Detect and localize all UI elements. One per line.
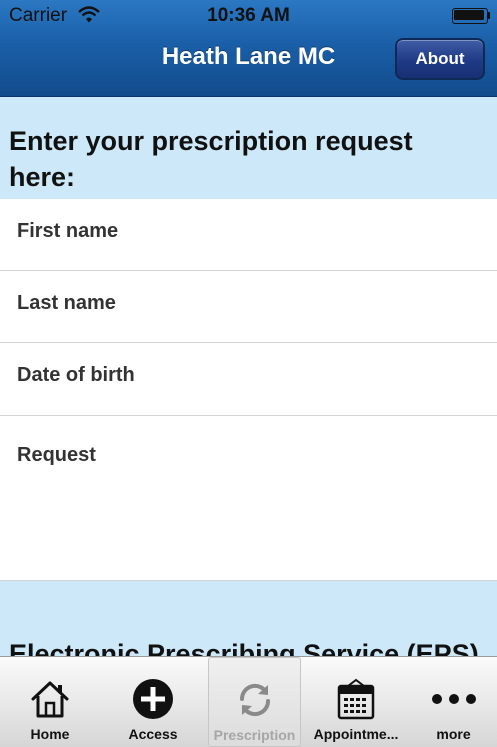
tab-prescription[interactable]: Prescription <box>208 657 301 747</box>
about-button[interactable]: About <box>395 38 485 80</box>
plus-circle-icon <box>133 679 173 719</box>
first-name-label: First name <box>17 220 119 242</box>
date-of-birth-field[interactable]: Date of birth <box>0 343 497 416</box>
tab-home-label: Home <box>30 726 70 742</box>
prescription-form: First name Last name Date of birth Reque… <box>0 199 497 581</box>
tab-appointments[interactable]: Appointme... <box>306 657 406 747</box>
form-heading-section: Enter your prescription request here: <box>0 97 497 199</box>
refresh-icon <box>239 683 270 717</box>
more-icon <box>431 694 476 704</box>
tab-access-label: Access <box>128 726 178 742</box>
request-label: Request <box>17 444 96 466</box>
status-bar: Carrier 10:36 AM <box>0 0 497 32</box>
tab-more[interactable]: more <box>410 657 497 747</box>
battery-icon <box>452 8 490 24</box>
request-field[interactable]: Request <box>0 416 497 581</box>
tab-appointments-label: Appointme... <box>313 726 399 742</box>
last-name-label: Last name <box>17 292 116 314</box>
date-of-birth-label: Date of birth <box>17 364 135 386</box>
home-icon <box>31 681 69 718</box>
last-name-field[interactable]: Last name <box>0 271 497 343</box>
tab-home[interactable]: Home <box>0 657 100 747</box>
calendar-icon <box>337 678 375 720</box>
tab-bar: Home Access Prescription Appointme... mo… <box>0 656 497 747</box>
tab-prescription-label: Prescription <box>213 727 296 743</box>
form-heading: Enter your prescription request here: <box>9 126 413 192</box>
tab-more-label: more <box>436 726 471 742</box>
navigation-bar: Carrier 10:36 AM Heath Lane MC About <box>0 0 497 97</box>
first-name-field[interactable]: First name <box>0 199 497 271</box>
clock: 10:36 AM <box>207 5 290 26</box>
tab-access[interactable]: Access <box>103 657 203 747</box>
